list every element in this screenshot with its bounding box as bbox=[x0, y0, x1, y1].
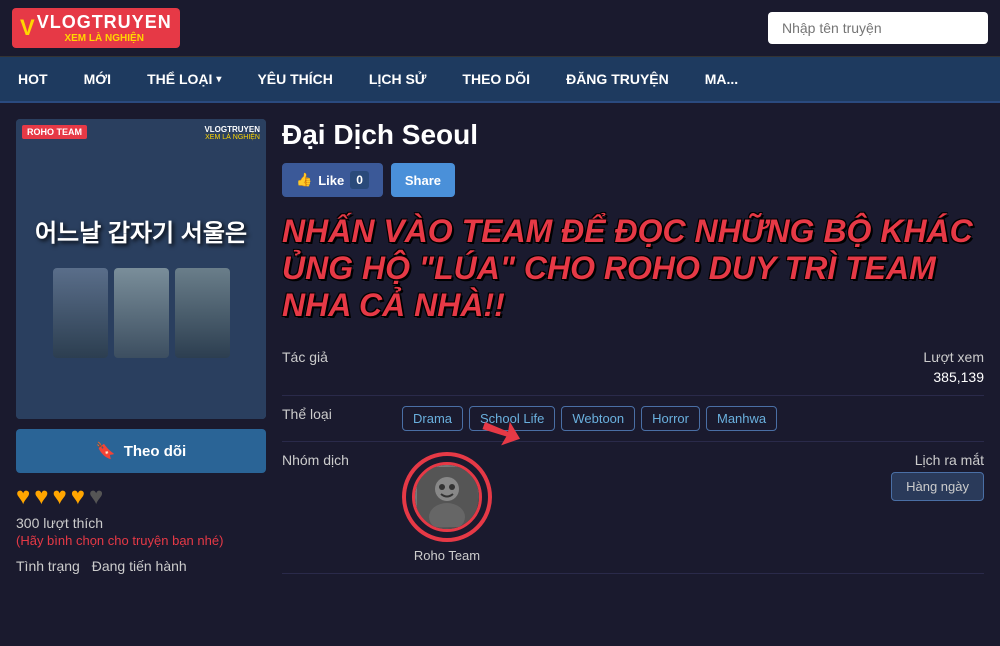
status-row: Tình trạng Đang tiến hành bbox=[16, 558, 266, 574]
cover-characters bbox=[53, 268, 230, 358]
group-label: Nhóm dịch bbox=[282, 452, 402, 468]
follow-button-label: Theo dõi bbox=[124, 443, 187, 460]
star-3[interactable]: ♥ bbox=[53, 483, 67, 511]
release-group: Lịch ra mắt Hàng ngày bbox=[891, 452, 984, 501]
left-panel: ROHO TEAM VLOGTRUYEN XEM LÀ NGHIỆN 어느날 갑… bbox=[16, 119, 266, 574]
author-label: Tác giả bbox=[282, 349, 402, 365]
logo[interactable]: V VLOGTRUYEN XEM LÀ NGHIỆN bbox=[12, 8, 180, 48]
logo-box: V VLOGTRUYEN XEM LÀ NGHIỆN bbox=[12, 8, 180, 48]
avatar-svg bbox=[417, 467, 477, 527]
release-label: Lịch ra mắt bbox=[915, 452, 984, 468]
avatar-image bbox=[415, 465, 479, 529]
nav-ma[interactable]: MA... bbox=[687, 57, 756, 101]
share-button[interactable]: Share bbox=[391, 163, 455, 197]
genre-row: Thể loại Drama School Life Webtoon Horro… bbox=[282, 396, 984, 442]
genre-label: Thể loại bbox=[282, 406, 402, 422]
nav-hot[interactable]: HOT bbox=[0, 57, 66, 101]
group-avatar-circle[interactable] bbox=[402, 452, 492, 542]
nav-dangtuyen[interactable]: ĐĂNG TRUYỆN bbox=[548, 57, 687, 101]
content-wrapper: ROHO TEAM VLOGTRUYEN XEM LÀ NGHIỆN 어느날 갑… bbox=[16, 119, 984, 574]
group-section[interactable]: Roho Team bbox=[402, 452, 492, 563]
views-group: Lượt xem 385,139 bbox=[923, 349, 984, 385]
manga-title: Đại Dịch Seoul bbox=[282, 119, 984, 151]
logo-text-group: VLOGTRUYEN XEM LÀ NGHIỆN bbox=[37, 12, 172, 44]
star-4[interactable]: ♥ bbox=[71, 483, 85, 511]
views-label: Lượt xem bbox=[923, 349, 984, 365]
star-2[interactable]: ♥ bbox=[34, 483, 48, 511]
like-button[interactable]: 👍 Like 0 bbox=[282, 163, 383, 197]
overlay-promo-text: NHẤN VÀO TEAM ĐỂ ĐỌC NHỮNG BỘ KHÁC ỦNG H… bbox=[282, 213, 984, 323]
vote-count: 300 lượt thích bbox=[16, 515, 103, 531]
star-5-empty[interactable]: ♥ bbox=[89, 483, 103, 511]
main-content: ROHO TEAM VLOGTRUYEN XEM LÀ NGHIỆN 어느날 갑… bbox=[0, 103, 1000, 590]
status-label: Tình trạng bbox=[16, 558, 80, 574]
like-count: 0 bbox=[350, 171, 369, 189]
author-views-row: Tác giả Lượt xem 385,139 bbox=[282, 339, 984, 396]
group-name: Roho Team bbox=[414, 548, 480, 563]
chevron-down-icon: ▾ bbox=[216, 74, 221, 85]
logo-main-text: VLOGTRUYEN bbox=[37, 12, 172, 32]
nav-yeuthich[interactable]: YÊU THÍCH bbox=[239, 57, 350, 101]
cover-image: ROHO TEAM VLOGTRUYEN XEM LÀ NGHIỆN 어느날 갑… bbox=[16, 119, 266, 419]
navigation: HOT MỚI THỂ LOẠI ▾ YÊU THÍCH LỊCH SỬ THE… bbox=[0, 57, 1000, 103]
star-rating[interactable]: ♥ ♥ ♥ ♥ ♥ bbox=[16, 483, 266, 511]
tag-webtoon[interactable]: Webtoon bbox=[561, 406, 635, 431]
vote-hint: (Hãy bình chọn cho truyện bạn nhé) bbox=[16, 533, 266, 548]
character-3 bbox=[175, 268, 230, 358]
status-value: Đang tiến hành bbox=[92, 558, 187, 574]
character-1 bbox=[53, 268, 108, 358]
group-release-row: Nhóm dịch ➘ bbox=[282, 442, 984, 574]
search-input[interactable] bbox=[768, 12, 988, 44]
nav-lichsu[interactable]: LỊCH SỬ bbox=[351, 57, 445, 101]
character-2 bbox=[114, 268, 169, 358]
nav-theodoi[interactable]: THEO DÕI bbox=[444, 57, 548, 101]
genre-tags: Drama School Life Webtoon Horror Manhwa bbox=[402, 406, 777, 431]
nav-moi[interactable]: MỚI bbox=[66, 57, 130, 101]
cover-badge: ROHO TEAM bbox=[22, 125, 87, 139]
right-panel: Đại Dịch Seoul 👍 Like 0 Share NHẤN VÀO T… bbox=[282, 119, 984, 574]
cover-title-korean: 어느날 갑자기 서울은 bbox=[25, 180, 257, 259]
thumbs-up-icon: 👍 bbox=[296, 172, 312, 188]
views-value: 385,139 bbox=[933, 369, 984, 385]
header: V VLOGTRUYEN XEM LÀ NGHIỆN bbox=[0, 0, 1000, 57]
bookmark-icon: 🔖 bbox=[96, 441, 116, 461]
group-section-wrapper: ➘ bbox=[402, 452, 492, 563]
vote-info: 300 lượt thích (Hãy bình chọn cho truyện… bbox=[16, 515, 266, 548]
action-buttons: 👍 Like 0 Share bbox=[282, 163, 984, 197]
star-1[interactable]: ♥ bbox=[16, 483, 30, 511]
tag-manhwa[interactable]: Manhwa bbox=[706, 406, 777, 431]
follow-button[interactable]: 🔖 Theo dõi bbox=[16, 429, 266, 473]
cover-inner: ROHO TEAM VLOGTRUYEN XEM LÀ NGHIỆN 어느날 갑… bbox=[16, 119, 266, 419]
release-value: Hàng ngày bbox=[891, 472, 984, 501]
logo-sub-text: XEM LÀ NGHIỆN bbox=[37, 33, 172, 44]
tag-horror[interactable]: Horror bbox=[641, 406, 700, 431]
cover-watermark: VLOGTRUYEN XEM LÀ NGHIỆN bbox=[204, 125, 260, 141]
nav-theloai[interactable]: THỂ LOẠI ▾ bbox=[129, 57, 239, 101]
tag-drama[interactable]: Drama bbox=[402, 406, 463, 431]
like-label: Like bbox=[318, 173, 344, 188]
logo-v-icon: V bbox=[20, 15, 35, 41]
group-avatar bbox=[412, 462, 482, 532]
